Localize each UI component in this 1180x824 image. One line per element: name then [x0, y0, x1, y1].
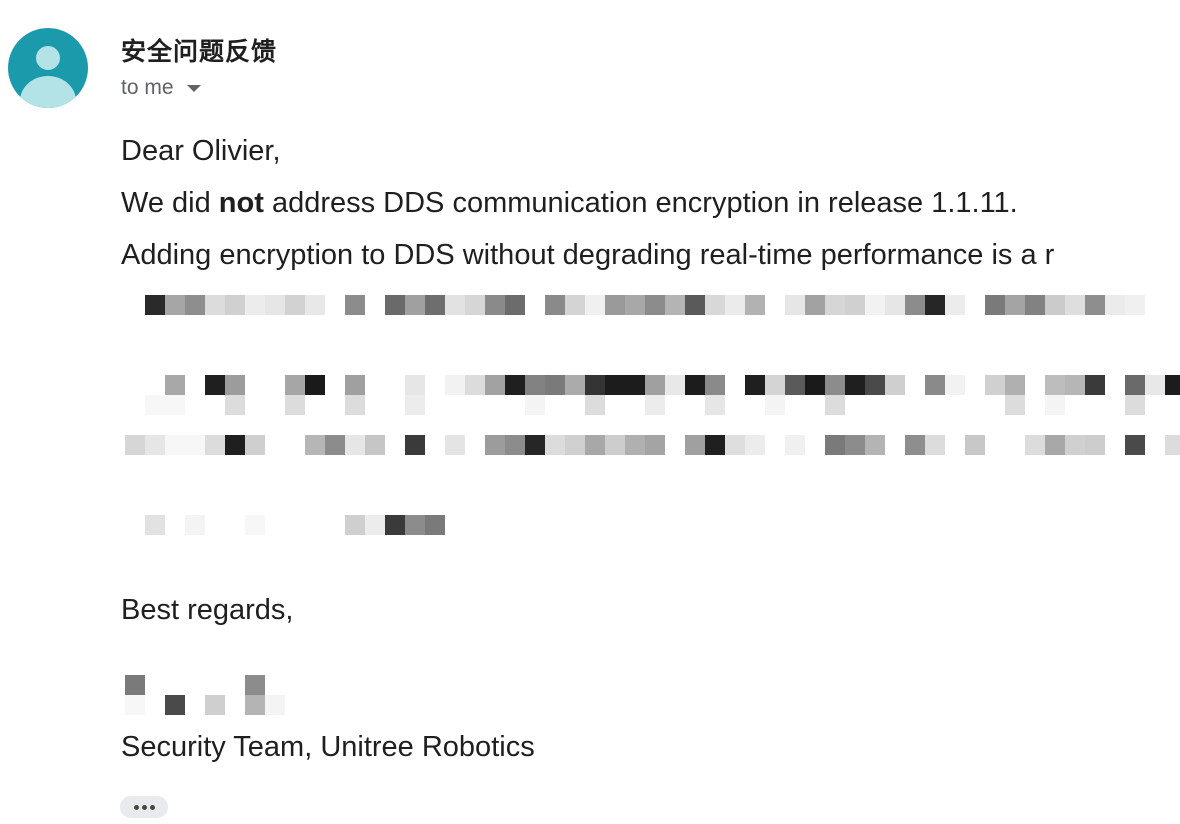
- redacted-text-block-4: [145, 515, 445, 535]
- sender-avatar[interactable]: [8, 28, 88, 108]
- body-text: We did: [121, 187, 219, 219]
- ellipsis-icon: [133, 804, 139, 810]
- recipient-details-toggle[interactable]: to me: [121, 76, 201, 100]
- pixelated-redaction: [125, 295, 1180, 715]
- email-closing: Best regards,: [121, 594, 294, 626]
- email-greeting: Dear Olivier,: [121, 135, 281, 167]
- redacted-text-block-3: [125, 435, 1180, 455]
- redacted-text-block-2: [145, 375, 1180, 415]
- ellipsis-icon: [141, 804, 147, 810]
- redacted-text-block-1: [145, 295, 1145, 315]
- recipient-label: to me: [121, 76, 174, 99]
- avatar-shoulders-shape: [20, 76, 76, 108]
- show-trimmed-content-button[interactable]: [120, 796, 168, 818]
- sender-name[interactable]: 安全问题反馈: [121, 32, 277, 68]
- email-body-line-2: Adding encryption to DDS without degradi…: [121, 239, 1055, 271]
- redacted-sender-name: [125, 675, 285, 715]
- body-text: address DDS communication encryption in …: [263, 187, 1018, 219]
- email-body-line-1: We did not address DDS communication enc…: [121, 185, 1018, 221]
- caret-down-icon[interactable]: [186, 84, 201, 92]
- avatar-head-shape: [36, 46, 60, 70]
- ellipsis-icon: [149, 804, 155, 810]
- body-bold-text: not: [218, 187, 264, 219]
- email-signature: Security Team, Unitree Robotics: [121, 731, 535, 763]
